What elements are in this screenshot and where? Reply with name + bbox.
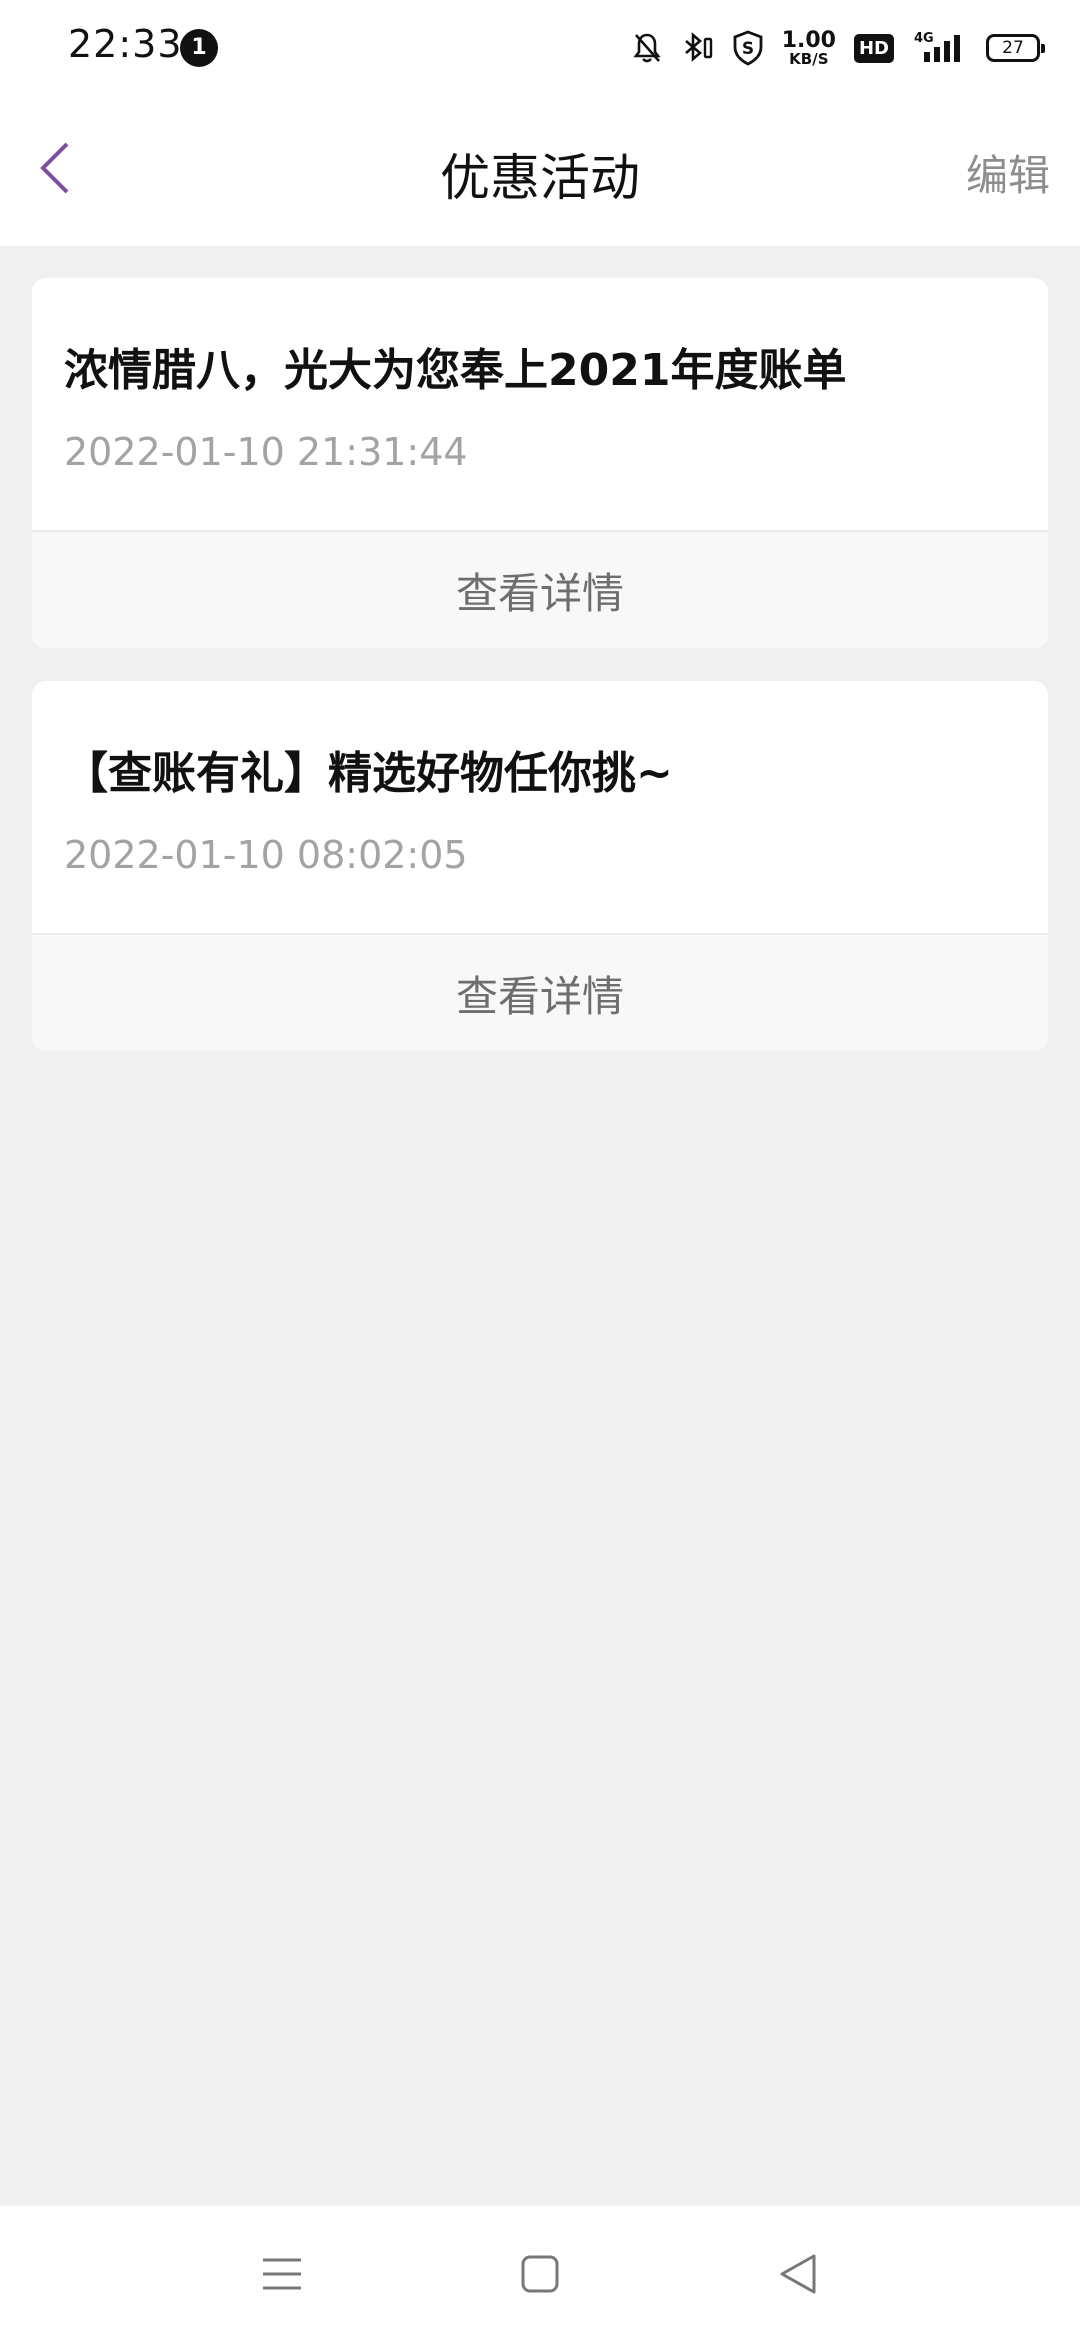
status-time: 22:33 [68, 22, 183, 66]
svg-text:S: S [742, 39, 754, 59]
status-icons: S 1.00 KB/S HD 4G 27 [632, 24, 1045, 72]
edit-button[interactable]: 编辑 [966, 142, 1050, 203]
promotion-title: 浓情腊八，光大为您奉上2021年度账单 [64, 345, 847, 396]
view-details-button[interactable]: 查看详情 [32, 935, 1048, 1051]
network-speed-value: 1.00 [781, 27, 836, 53]
view-details-button[interactable]: 查看详情 [32, 532, 1048, 648]
page-title: 优惠活动 [440, 149, 640, 207]
promotion-timestamp: 2022-01-10 21:31:44 [64, 430, 468, 474]
promotion-card: 【查账有礼】精选好物任你挑~ 2022-01-10 08:02:05 查看详情 [32, 681, 1048, 1051]
signal-label: 4G [914, 31, 934, 46]
promotion-timestamp: 2022-01-10 08:02:05 [64, 833, 468, 877]
signal-icon: 4G [912, 30, 968, 66]
promotion-card: 浓情腊八，光大为您奉上2021年度账单 2022-01-10 21:31:44 … [32, 278, 1048, 648]
app-header: 优惠活动 编辑 [0, 96, 1080, 246]
menu-icon[interactable] [254, 2246, 310, 2302]
back-triangle-icon[interactable] [770, 2246, 826, 2302]
notification-count-badge: 1 [180, 29, 218, 67]
status-bar: 22:33 1 S 1.00 KB/S HD 4G 27 [0, 0, 1080, 96]
battery-icon: 27 [986, 34, 1045, 62]
shield-icon: S [732, 30, 764, 66]
bluetooth-icon [680, 31, 714, 65]
promotion-card-body[interactable]: 浓情腊八，光大为您奉上2021年度账单 2022-01-10 21:31:44 [32, 278, 1048, 532]
mute-bell-icon [632, 31, 662, 65]
hd-icon: HD [853, 33, 894, 63]
network-speed: 1.00 KB/S [781, 27, 836, 68]
promotion-title: 【查账有礼】精选好物任你挑~ [64, 748, 673, 799]
promotion-card-body[interactable]: 【查账有礼】精选好物任你挑~ 2022-01-10 08:02:05 [32, 681, 1048, 935]
home-icon[interactable] [512, 2246, 568, 2302]
system-nav-bar [0, 2206, 1080, 2340]
network-speed-unit: KB/S [789, 49, 829, 68]
